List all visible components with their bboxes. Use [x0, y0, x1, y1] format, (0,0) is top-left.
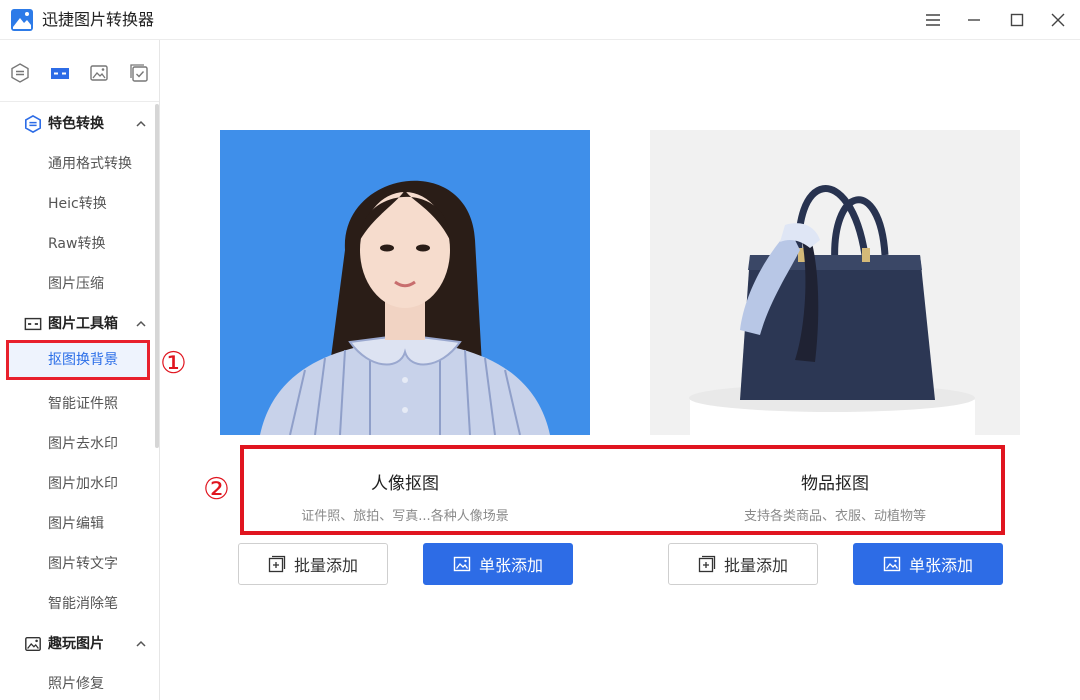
group-header-special-convert[interactable]: 特色转换	[0, 104, 156, 144]
portrait-card-subtitle: 证件照、旅拍、写真...各种人像场景	[301, 509, 509, 524]
portrait-card-title: 人像抠图	[371, 474, 439, 494]
button-label: 单张添加	[908, 556, 973, 575]
product-card-subtitle: 支持各类商品、衣服、动植物等	[743, 509, 926, 524]
image-play-icon[interactable]	[88, 62, 110, 84]
sidebar-item-label: 图片去水印	[48, 436, 118, 452]
portrait-sample-image	[220, 130, 590, 435]
toolbox-icon[interactable]	[49, 62, 71, 84]
sidebar-item-raw[interactable]: Raw转换	[0, 224, 156, 264]
toolbox-icon	[24, 317, 42, 331]
menu-icon[interactable]	[921, 8, 945, 32]
sidebar-item-photo-restore[interactable]: 照片修复	[0, 664, 156, 700]
close-icon[interactable]	[1046, 8, 1070, 32]
sidebar-item-cutout-background[interactable]: 抠图换背景	[6, 340, 150, 380]
chevron-up-icon	[136, 120, 146, 127]
button-label: 单张添加	[478, 556, 543, 575]
image-play-icon	[25, 636, 41, 652]
minimize-icon[interactable]	[962, 8, 986, 32]
app-logo-icon	[11, 9, 33, 31]
sidebar-item-label: 智能消除笔	[48, 596, 118, 612]
annotation-marker-1: ①	[160, 346, 187, 381]
product-batch-add-button[interactable]: 批量添加	[668, 543, 818, 585]
sidebar-item-remove-watermark[interactable]: 图片去水印	[0, 424, 156, 464]
batch-add-icon	[268, 555, 286, 573]
sidebar-item-compress[interactable]: 图片压缩	[0, 264, 156, 304]
sidebar-item-label: 抠图换背景	[48, 352, 118, 368]
annotation-marker-2: ②	[203, 472, 230, 507]
sidebar-item-label: 通用格式转换	[48, 156, 132, 172]
checklist-icon[interactable]	[128, 62, 150, 84]
convert-icon	[24, 115, 42, 133]
group-label: 图片工具箱	[48, 316, 118, 332]
sidebar-item-heic[interactable]: Heic转换	[0, 184, 156, 224]
group-header-toolbox[interactable]: 图片工具箱	[0, 304, 156, 344]
sidebar-item-label: 图片加水印	[48, 476, 118, 492]
group-label: 趣玩图片	[48, 636, 104, 652]
sidebar-item-label: 智能证件照	[48, 396, 118, 412]
sidebar-item-add-watermark[interactable]: 图片加水印	[0, 464, 156, 504]
sidebar-item-label: 图片转文字	[48, 556, 118, 572]
sidebar-item-general-format[interactable]: 通用格式转换	[0, 144, 156, 184]
batch-add-icon	[698, 555, 716, 573]
sidebar-item-eraser[interactable]: 智能消除笔	[0, 584, 156, 624]
group-label: 特色转换	[48, 116, 104, 132]
portrait-batch-add-button[interactable]: 批量添加	[238, 543, 388, 585]
group-header-fun-images[interactable]: 趣玩图片	[0, 624, 156, 664]
sidebar-item-label: 图片压缩	[48, 276, 104, 292]
image-add-icon	[453, 556, 471, 572]
sidebar-item-label: 图片编辑	[48, 516, 104, 532]
image-add-icon	[883, 556, 901, 572]
mode-tabs	[0, 40, 159, 102]
active-item-wrapper: 抠图换背景	[0, 340, 156, 380]
app-title: 迅捷图片转换器	[42, 10, 155, 29]
sidebar-item-image-to-text[interactable]: 图片转文字	[0, 544, 156, 584]
portrait-single-add-button[interactable]: 单张添加	[423, 543, 573, 585]
title-bar: 迅捷图片转换器	[0, 0, 1080, 40]
sidebar-item-label: Heic转换	[48, 196, 107, 212]
product-sample-image	[650, 130, 1020, 435]
sidebar-item-label: 照片修复	[48, 676, 104, 692]
sidebar-item-label: Raw转换	[48, 236, 106, 252]
maximize-icon[interactable]	[1005, 8, 1029, 32]
product-card-title: 物品抠图	[801, 474, 869, 494]
chevron-up-icon	[136, 640, 146, 647]
sidebar-item-image-edit[interactable]: 图片编辑	[0, 504, 156, 544]
button-label: 批量添加	[723, 556, 788, 575]
sidebar-item-id-photo[interactable]: 智能证件照	[0, 384, 156, 424]
chevron-up-icon	[136, 320, 146, 327]
product-single-add-button[interactable]: 单张添加	[853, 543, 1003, 585]
button-label: 批量添加	[293, 556, 358, 575]
convert-icon[interactable]	[9, 62, 31, 84]
sidebar: 特色转换 通用格式转换 Heic转换 Raw转换 图片压缩 图片工具箱 抠图换背…	[0, 40, 160, 700]
